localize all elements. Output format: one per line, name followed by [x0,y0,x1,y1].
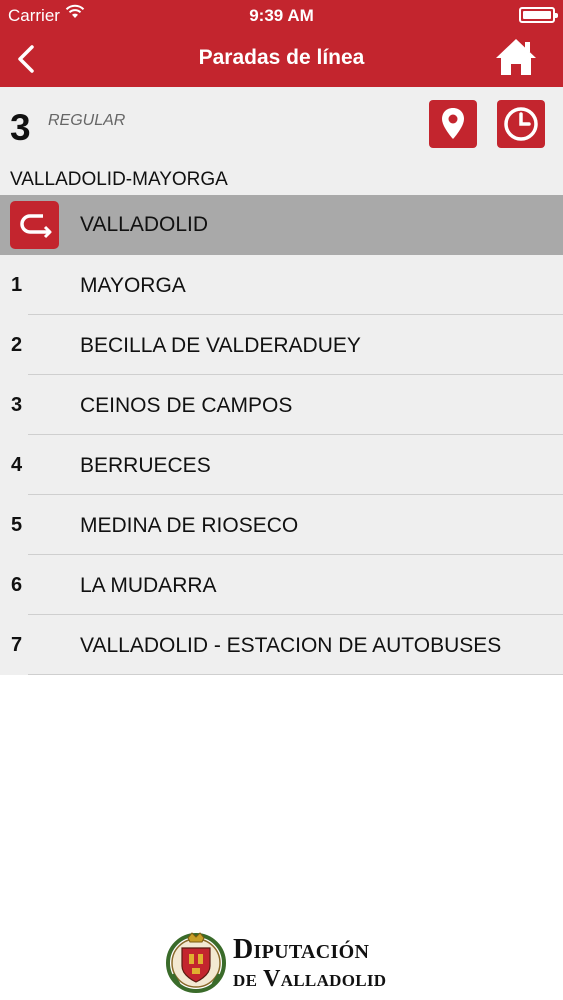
stop-number: 7 [11,634,23,656]
page-title: Paradas de línea [198,46,365,69]
logo-line-2: de Valladolid [233,966,387,992]
stop-row[interactable]: 6 LA MUDARRA [0,555,563,615]
clock-icon [504,107,538,141]
stop-row[interactable]: 7 VALLADOLID - ESTACION DE AUTOBUSES [0,615,563,675]
stop-number: 4 [11,454,23,476]
stop-list: VALLADOLID 1 MAYORGA 2 BECILLA DE VALDER… [0,195,563,675]
stop-name: MEDINA DE RIOSECO [80,514,299,537]
route-name: VALLADOLID-MAYORGA [10,169,228,190]
logo-line-1: Diputación [233,934,370,965]
stop-name: VALLADOLID - ESTACION DE AUTOBUSES [80,634,502,657]
return-route-icon[interactable] [10,201,59,249]
line-type: REGULAR [48,112,126,129]
stop-number: 2 [11,334,23,356]
status-bar: Carrier 9:39 AM [0,0,563,30]
stop-row[interactable]: 5 MEDINA DE RIOSECO [0,495,563,555]
origin-stop[interactable]: VALLADOLID [0,195,563,255]
stop-number: 1 [11,274,23,296]
battery-icon [519,7,558,23]
stop-number: 6 [11,574,23,596]
coat-of-arms-icon [166,932,226,993]
stop-name: LA MUDARRA [80,574,217,597]
stop-row[interactable]: 3 CEINOS DE CAMPOS [0,375,563,435]
home-icon[interactable] [494,37,538,79]
map-pin-icon [442,108,464,139]
stop-name: BECILLA DE VALDERADUEY [80,334,361,357]
stop-name: BERRUECES [80,454,211,477]
line-header: 3 REGULAR VALLADOLID-MAYORGA [0,87,563,195]
origin-stop-name: VALLADOLID [80,213,208,236]
nav-bar: Paradas de línea [0,30,563,87]
schedule-button[interactable] [497,100,545,148]
stop-name: MAYORGA [80,274,186,297]
stop-row[interactable]: 1 MAYORGA [0,255,563,315]
stop-number: 3 [11,394,23,416]
stop-row[interactable]: 2 BECILLA DE VALDERADUEY [0,315,563,375]
stop-number: 5 [11,514,23,536]
stop-name: CEINOS DE CAMPOS [80,394,293,417]
map-button[interactable] [429,100,477,148]
clock-time: 9:39 AM [249,6,314,25]
stop-row[interactable]: 4 BERRUECES [0,435,563,495]
line-number: 3 [10,107,31,148]
diputacion-logo: Diputación de Valladolid [165,928,395,996]
